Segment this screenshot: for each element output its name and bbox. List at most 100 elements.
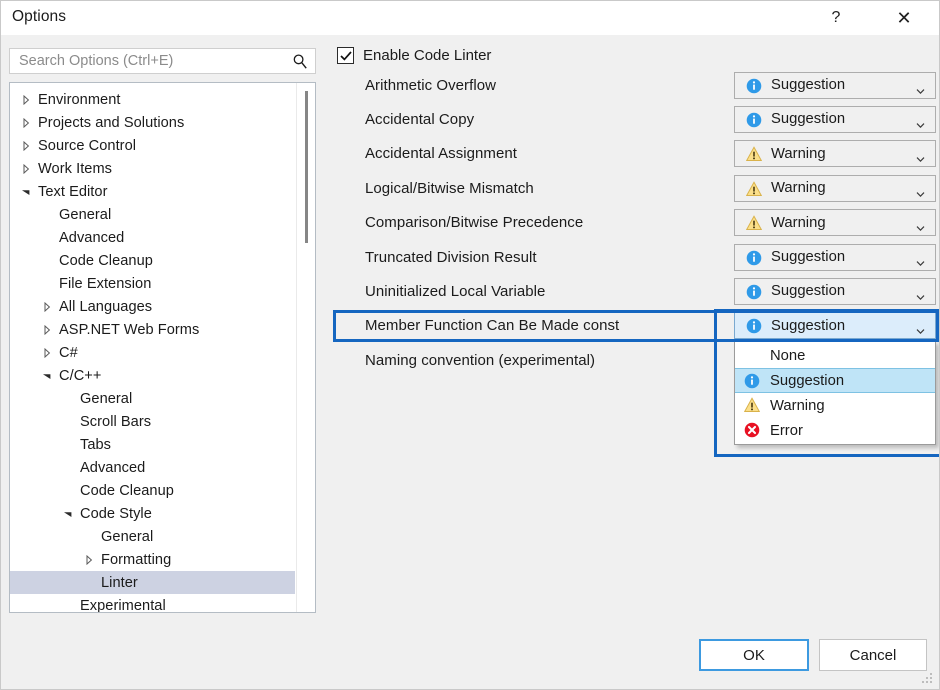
- rule-name-label: Arithmetic Overflow: [365, 76, 496, 94]
- dropdown-option[interactable]: Warning: [735, 393, 935, 418]
- chevron-right-icon[interactable]: [81, 552, 97, 568]
- severity-dropdown-menu[interactable]: None Suggestion Warning Error: [734, 341, 936, 445]
- chevron-right-icon[interactable]: [18, 138, 34, 154]
- chevron-right-icon[interactable]: [39, 322, 55, 338]
- tree-item-file-extension[interactable]: File Extension: [10, 272, 295, 295]
- tree-item-label: General: [80, 390, 133, 407]
- options-tree[interactable]: Environment Projects and Solutions Source …: [9, 82, 316, 613]
- tree-item-general[interactable]: General: [10, 525, 295, 548]
- tree-item-label: Advanced: [80, 459, 146, 476]
- tree-item-advanced[interactable]: Advanced: [10, 226, 295, 249]
- rule-row[interactable]: Truncated Division Result Suggestion: [331, 242, 939, 272]
- tree-item-text-editor[interactable]: Text Editor: [10, 180, 295, 203]
- no-icon: [744, 347, 760, 363]
- tree-item-advanced[interactable]: Advanced: [10, 456, 295, 479]
- tree-item-work-items[interactable]: Work Items: [10, 157, 295, 180]
- page-title: Options: [12, 8, 67, 25]
- rule-name-label: Member Function Can Be Made const: [365, 317, 620, 335]
- tree-item-scroll-bars[interactable]: Scroll Bars: [10, 410, 295, 433]
- chevron-right-icon[interactable]: [18, 115, 34, 131]
- close-icon[interactable]: ✕: [881, 1, 927, 35]
- severity-value: Suggestion: [771, 111, 846, 128]
- tree-scrollbar[interactable]: [296, 83, 315, 612]
- tree-item-label: Code Style: [80, 505, 152, 522]
- tree-item-label: Code Cleanup: [59, 252, 153, 269]
- severity-dropdown[interactable]: Suggestion: [734, 277, 936, 305]
- search-input[interactable]: Search Options (Ctrl+E): [9, 48, 316, 74]
- chevron-down-icon[interactable]: [60, 506, 76, 522]
- tree-item-general[interactable]: General: [10, 203, 295, 226]
- tree-item-all-languages[interactable]: All Languages: [10, 295, 295, 318]
- chevron-down-icon[interactable]: [18, 184, 34, 200]
- tree-item-code-cleanup[interactable]: Code Cleanup: [10, 479, 295, 502]
- cancel-button[interactable]: Cancel: [819, 639, 927, 671]
- severity-dropdown[interactable]: Warning: [734, 209, 936, 237]
- tree-item-general[interactable]: General: [10, 387, 295, 410]
- tree-item-label: Code Cleanup: [80, 482, 174, 499]
- severity-value: Warning: [771, 214, 826, 231]
- tree-item-label: Advanced: [59, 229, 125, 246]
- enable-code-linter-row[interactable]: Enable Code Linter: [337, 47, 491, 64]
- tree-item-label: C#: [59, 344, 78, 361]
- dropdown-option-label: None: [770, 347, 806, 364]
- rule-name-label: Uninitialized Local Variable: [365, 282, 546, 300]
- rule-row[interactable]: Accidental Copy Suggestion: [331, 104, 939, 134]
- severity-dropdown[interactable]: Suggestion: [734, 312, 936, 340]
- rule-row[interactable]: Comparison/Bitwise Precedence Warning: [331, 208, 939, 238]
- tree-item-source-control[interactable]: Source Control: [10, 134, 295, 157]
- resize-grip[interactable]: [922, 673, 934, 685]
- rule-row[interactable]: Accidental Assignment Warning: [331, 139, 939, 169]
- dropdown-option[interactable]: Error: [735, 418, 935, 443]
- severity-dropdown[interactable]: Warning: [734, 174, 936, 202]
- rule-row[interactable]: Member Function Can Be Made const Suggest…: [331, 311, 939, 341]
- warning-icon: [744, 397, 760, 412]
- tree-item-tabs[interactable]: Tabs: [10, 433, 295, 456]
- tree-item-code-style[interactable]: Code Style: [10, 502, 295, 525]
- tree-item-experimental[interactable]: Experimental: [10, 594, 295, 613]
- chevron-down-icon[interactable]: [39, 368, 55, 384]
- help-button[interactable]: ?: [813, 1, 859, 35]
- tree-item-projects-and-solutions[interactable]: Projects and Solutions: [10, 111, 295, 134]
- search-placeholder: Search Options (Ctrl+E): [19, 53, 174, 69]
- info-icon: [746, 250, 762, 265]
- info-icon: [744, 373, 760, 389]
- tree-item-formatting[interactable]: Formatting: [10, 548, 295, 571]
- title-bar: Options ? ✕: [1, 1, 939, 35]
- chevron-right-icon[interactable]: [18, 161, 34, 177]
- rule-name-label: Accidental Assignment: [365, 145, 517, 163]
- tree-scrollbar-thumb[interactable]: [305, 91, 308, 243]
- ok-button[interactable]: OK: [699, 639, 809, 671]
- warning-icon: [746, 180, 762, 196]
- warning-icon: [746, 215, 762, 231]
- tree-item-code-cleanup[interactable]: Code Cleanup: [10, 249, 295, 272]
- tree-item-c[interactable]: C#: [10, 341, 295, 364]
- severity-dropdown[interactable]: Suggestion: [734, 243, 936, 271]
- chevron-down-icon: [916, 219, 925, 232]
- severity-value: Warning: [771, 180, 826, 197]
- tree-item-c-c[interactable]: C/C++: [10, 364, 295, 387]
- enable-code-linter-checkbox[interactable]: [337, 47, 354, 64]
- tree-item-linter[interactable]: Linter: [10, 571, 295, 594]
- tree-item-asp-net-web-forms[interactable]: ASP.NET Web Forms: [10, 318, 295, 341]
- error-icon: [744, 422, 760, 438]
- chevron-right-icon[interactable]: [39, 299, 55, 315]
- chevron-right-icon[interactable]: [18, 92, 34, 108]
- rule-row[interactable]: Logical/Bitwise Mismatch Warning: [331, 173, 939, 203]
- severity-dropdown[interactable]: Warning: [734, 140, 936, 168]
- warning-icon: [746, 146, 762, 162]
- rule-name-label: Accidental Copy: [365, 110, 475, 128]
- info-icon: [746, 284, 762, 300]
- severity-dropdown[interactable]: Suggestion: [734, 71, 936, 99]
- dropdown-option[interactable]: None: [735, 343, 935, 368]
- tree-item-label: Formatting: [101, 551, 172, 568]
- rule-row[interactable]: Arithmetic Overflow Suggestion: [331, 70, 939, 100]
- rule-row[interactable]: Uninitialized Local Variable Suggestion: [331, 276, 939, 306]
- tree-item-environment[interactable]: Environment: [10, 88, 295, 111]
- tree-item-label: Work Items: [38, 160, 113, 177]
- dropdown-option[interactable]: Suggestion: [735, 368, 935, 393]
- dropdown-option-label: Error: [770, 422, 803, 439]
- tree-item-label: Source Control: [38, 137, 137, 154]
- severity-dropdown[interactable]: Suggestion: [734, 105, 936, 133]
- chevron-right-icon[interactable]: [39, 345, 55, 361]
- tree-item-label: Environment: [38, 91, 121, 108]
